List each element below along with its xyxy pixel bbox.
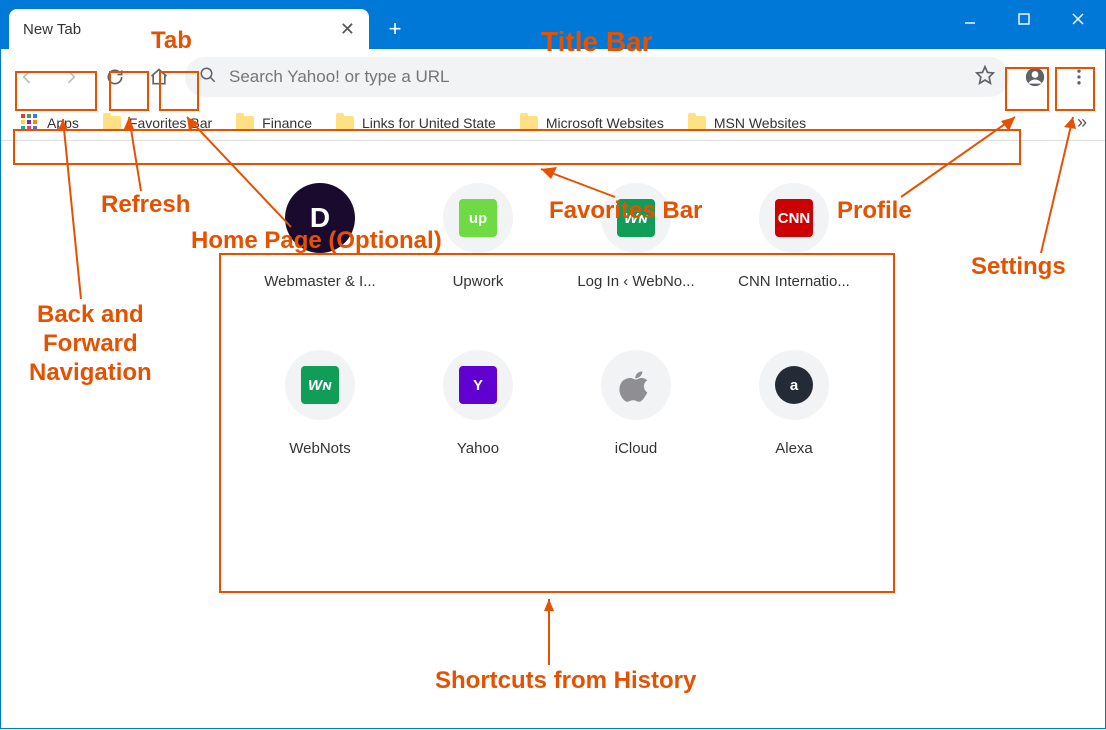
- shortcut-icon: D: [285, 183, 355, 253]
- bookmark-label: Favorites Bar: [129, 115, 212, 131]
- shortcut-tile[interactable]: Wɴ Log In ‹ WebNo...: [557, 183, 715, 290]
- bookmark-label: Links for United State: [362, 115, 496, 131]
- bookmark-item[interactable]: Links for United State: [326, 111, 506, 135]
- folder-icon: [103, 116, 121, 130]
- shortcut-label: Log In ‹ WebNo...: [577, 273, 694, 290]
- bookmarks-apps[interactable]: Apps: [11, 110, 89, 136]
- apps-icon: [21, 114, 39, 132]
- folder-icon: [236, 116, 254, 130]
- maximize-button[interactable]: [997, 1, 1051, 37]
- shortcut-label: CNN Internatio...: [738, 273, 850, 290]
- bookmark-item[interactable]: Microsoft Websites: [510, 111, 674, 135]
- shortcut-tile[interactable]: up Upwork: [399, 183, 557, 290]
- shortcut-label: iCloud: [615, 440, 658, 457]
- shortcut-icon: CNN: [759, 183, 829, 253]
- shortcut-tile[interactable]: CNN CNN Internatio...: [715, 183, 873, 290]
- back-button[interactable]: [9, 59, 45, 95]
- shortcut-label: Alexa: [775, 440, 813, 457]
- menu-button[interactable]: [1061, 59, 1097, 95]
- shortcut-tile[interactable]: a Alexa: [715, 350, 873, 457]
- bookmark-label: Microsoft Websites: [546, 115, 664, 131]
- shortcuts-grid: D Webmaster & I... up Upwork Wɴ Log In ‹ WebN…: [221, 153, 893, 497]
- apps-label: Apps: [47, 115, 79, 131]
- new-tab-button[interactable]: +: [379, 13, 411, 45]
- window-controls: [943, 1, 1105, 37]
- bookmark-item[interactable]: Finance: [226, 111, 322, 135]
- shortcut-label: Webmaster & I...: [264, 273, 375, 290]
- shortcut-tile[interactable]: Y Yahoo: [399, 350, 557, 457]
- shortcut-label: WebNots: [289, 440, 350, 457]
- bookmark-item[interactable]: Favorites Bar: [93, 111, 222, 135]
- content-area: D Webmaster & I... up Upwork Wɴ Log In ‹ WebN…: [1, 141, 1105, 730]
- shortcut-icon: a: [759, 350, 829, 420]
- toolbar: [1, 49, 1105, 105]
- search-icon: [199, 66, 217, 89]
- shortcut-icon: Y: [443, 350, 513, 420]
- shortcut-tile[interactable]: D Webmaster & I...: [241, 183, 399, 290]
- bookmark-item[interactable]: MSN Websites: [678, 111, 816, 135]
- tab-new-tab[interactable]: New Tab ✕: [9, 9, 369, 49]
- shortcut-tile[interactable]: iCloud: [557, 350, 715, 457]
- omnibox[interactable]: [185, 57, 1009, 97]
- shortcut-label: Upwork: [453, 273, 504, 290]
- bookmarks-overflow-button[interactable]: »: [1069, 108, 1095, 137]
- bookmarks-bar: Apps Favorites Bar Finance Links for Uni…: [1, 105, 1105, 141]
- profile-button[interactable]: [1017, 59, 1053, 95]
- minimize-button[interactable]: [943, 1, 997, 37]
- shortcut-label: Yahoo: [457, 440, 499, 457]
- forward-button[interactable]: [53, 59, 89, 95]
- shortcut-icon: [601, 350, 671, 420]
- home-button[interactable]: [141, 59, 177, 95]
- shortcut-icon: Wɴ: [601, 183, 671, 253]
- folder-icon: [336, 116, 354, 130]
- shortcut-icon: Wɴ: [285, 350, 355, 420]
- tab-title: New Tab: [23, 21, 81, 38]
- address-input[interactable]: [229, 67, 963, 87]
- bookmark-label: MSN Websites: [714, 115, 806, 131]
- refresh-button[interactable]: [97, 59, 133, 95]
- shortcut-icon: up: [443, 183, 513, 253]
- close-tab-icon[interactable]: ✕: [340, 19, 355, 40]
- title-bar: New Tab ✕ +: [1, 1, 1105, 49]
- folder-icon: [520, 116, 538, 130]
- close-window-button[interactable]: [1051, 1, 1105, 37]
- folder-icon: [688, 116, 706, 130]
- shortcut-tile[interactable]: Wɴ WebNots: [241, 350, 399, 457]
- bookmark-label: Finance: [262, 115, 312, 131]
- bookmark-star-icon[interactable]: [975, 65, 995, 90]
